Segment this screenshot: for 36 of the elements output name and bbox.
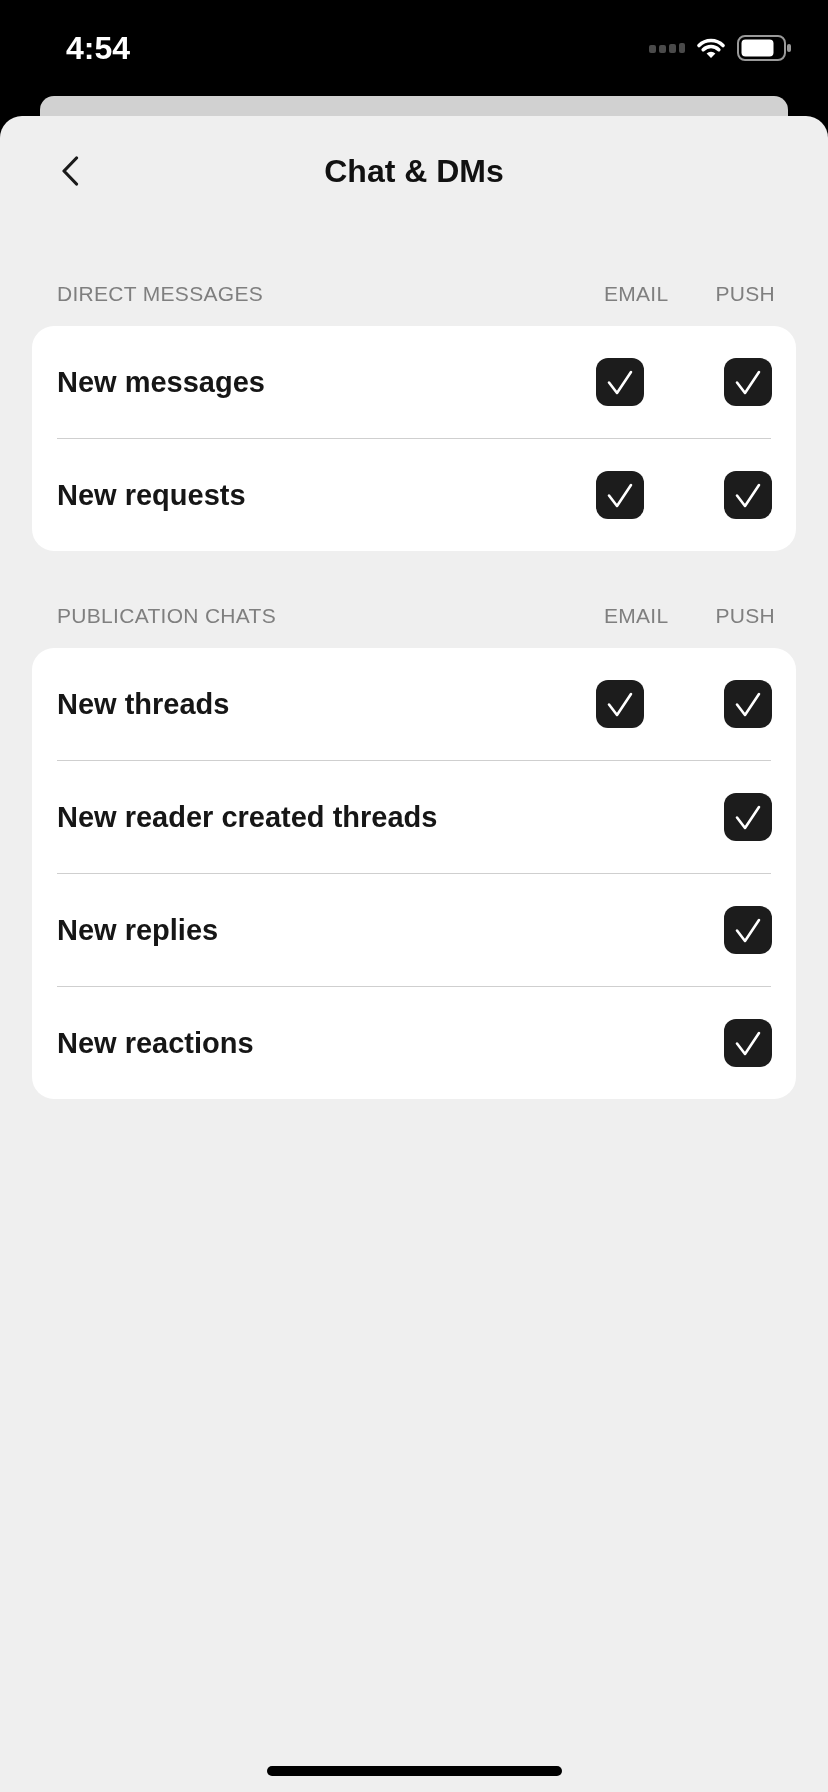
wifi-icon <box>695 37 727 59</box>
column-heading: PUSH <box>715 283 775 304</box>
checkbox[interactable] <box>724 1019 772 1067</box>
page-title: Chat & DMs <box>324 155 504 187</box>
row-label: New replies <box>57 915 220 945</box>
checkmark-icon <box>735 482 761 508</box>
column-heading: PUSH <box>715 605 775 626</box>
checkbox[interactable] <box>724 471 772 519</box>
checkmark-icon <box>735 691 761 717</box>
row-label: New reader created threads <box>57 802 439 832</box>
checkmark-icon <box>607 691 633 717</box>
checkbox[interactable] <box>724 793 772 841</box>
section-heading: DIRECT MESSAGES <box>57 283 264 304</box>
checkbox[interactable] <box>724 906 772 954</box>
status-time: 4:54 <box>66 32 131 64</box>
checkmark-icon <box>735 917 761 943</box>
checkbox[interactable] <box>724 680 772 728</box>
checkmark-icon <box>607 482 633 508</box>
column-heading: EMAIL <box>603 605 669 626</box>
checkmark-icon <box>735 369 761 395</box>
row-label: New reactions <box>57 1028 255 1058</box>
row-label: New threads <box>57 689 231 719</box>
checkbox[interactable] <box>596 358 644 406</box>
battery-icon <box>737 35 791 61</box>
signal-icon <box>649 43 685 53</box>
checkbox[interactable] <box>596 680 644 728</box>
section-heading: PUBLICATION CHATS <box>57 605 278 626</box>
column-heading: EMAIL <box>603 283 669 304</box>
row-label: New requests <box>57 480 247 510</box>
checkmark-icon <box>735 804 761 830</box>
checkbox[interactable] <box>596 471 644 519</box>
checkbox[interactable] <box>724 358 772 406</box>
checkmark-icon <box>735 1030 761 1056</box>
row-label: New messages <box>57 367 266 397</box>
back-chevron-icon <box>61 156 79 186</box>
checkmark-icon <box>607 369 633 395</box>
